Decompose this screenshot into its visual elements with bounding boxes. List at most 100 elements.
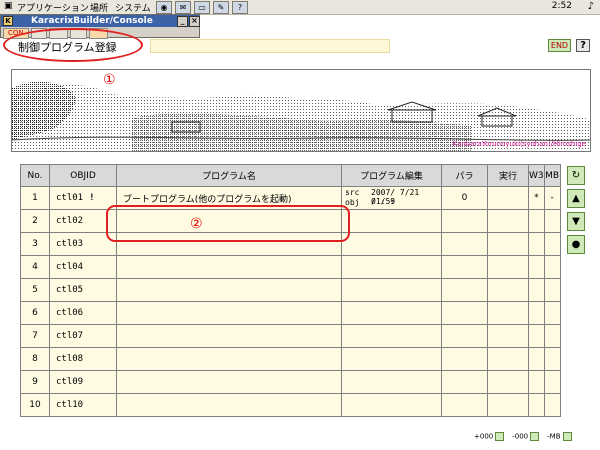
end-button[interactable]: END	[548, 39, 571, 52]
console-title: KaracrixBuilder/Console	[31, 16, 153, 26]
para-cell[interactable]	[441, 370, 488, 394]
program-edit-cell[interactable]: src 2007/ 7/21 01:59 obj / / :	[341, 186, 442, 210]
table-row[interactable]: 6 ctl06	[20, 301, 561, 325]
program-edit-cell[interactable]	[341, 301, 442, 325]
exec-cell[interactable]	[487, 324, 529, 348]
w3-cell[interactable]	[528, 301, 545, 325]
refresh-button[interactable]: ↻	[567, 166, 585, 185]
program-edit-cell[interactable]	[341, 324, 442, 348]
table-row[interactable]: 4 ctl04	[20, 255, 561, 279]
para-cell[interactable]	[441, 209, 488, 233]
w3-cell[interactable]: *	[528, 186, 545, 210]
program-edit-cell[interactable]	[341, 393, 442, 417]
program-edit-cell[interactable]	[341, 278, 442, 302]
para-cell[interactable]: 0	[441, 186, 488, 210]
mb-cell[interactable]	[543, 347, 561, 371]
menu-system[interactable]: システム	[115, 1, 151, 14]
mb-cell[interactable]	[543, 255, 561, 279]
menu-places[interactable]: 場所	[90, 1, 108, 14]
para-cell[interactable]	[441, 347, 488, 371]
program-name-cell[interactable]	[116, 324, 342, 348]
table-row[interactable]: 10 ctl10	[20, 393, 561, 417]
mb-cell[interactable]	[543, 232, 561, 256]
footer-item-minus[interactable]: -000	[512, 432, 540, 441]
para-cell[interactable]	[441, 301, 488, 325]
exec-cell[interactable]	[487, 186, 529, 210]
exec-cell[interactable]	[487, 232, 529, 256]
browser-icon[interactable]: ◉	[156, 1, 172, 14]
program-name-cell[interactable]	[116, 301, 342, 325]
row-number: 7	[20, 324, 50, 348]
w3-cell[interactable]	[528, 232, 545, 256]
program-name-cell[interactable]	[116, 278, 342, 302]
footer-plus-toggle[interactable]	[495, 432, 505, 441]
exec-cell[interactable]	[487, 301, 529, 325]
exec-cell[interactable]	[487, 347, 529, 371]
footer-minus-toggle[interactable]	[530, 432, 540, 441]
program-name-cell[interactable]	[116, 393, 342, 417]
objid-cell[interactable]: ctl07	[49, 324, 117, 348]
terminal-icon[interactable]: ▭	[194, 1, 210, 14]
exec-cell[interactable]	[487, 278, 529, 302]
editor-icon[interactable]: ✎	[213, 1, 229, 14]
menu-applications-icon[interactable]: ▣	[4, 1, 13, 11]
scroll-down-button[interactable]: ▼	[567, 212, 585, 231]
objid-cell[interactable]: ctl10	[49, 393, 117, 417]
close-button[interactable]: ×	[189, 16, 200, 27]
w3-cell[interactable]	[528, 370, 545, 394]
exec-cell[interactable]	[487, 255, 529, 279]
table-row[interactable]: 7 ctl07	[20, 324, 561, 348]
table-row[interactable]: 9 ctl09	[20, 370, 561, 394]
mb-cell[interactable]	[543, 370, 561, 394]
program-edit-cell[interactable]	[341, 347, 442, 371]
footer-item-plus[interactable]: +000	[474, 432, 505, 441]
exec-cell[interactable]	[487, 370, 529, 394]
help-button[interactable]: ?	[576, 39, 590, 52]
mb-cell[interactable]	[543, 324, 561, 348]
console-titlebar[interactable]: K KaracrixBuilder/Console _ ×	[1, 15, 200, 27]
mb-cell[interactable]	[543, 301, 561, 325]
program-edit-cell[interactable]	[341, 370, 442, 394]
record-button[interactable]: ●	[567, 235, 585, 254]
exec-cell[interactable]	[487, 209, 529, 233]
footer-mb-toggle[interactable]	[562, 432, 572, 441]
mb-cell[interactable]: -	[543, 186, 561, 210]
help-icon[interactable]: ?	[232, 1, 248, 14]
scroll-up-button[interactable]: ▲	[567, 189, 585, 208]
exec-cell[interactable]	[487, 393, 529, 417]
w3-cell[interactable]	[528, 324, 545, 348]
para-cell[interactable]	[441, 393, 488, 417]
mail-icon[interactable]: ✉	[175, 1, 191, 14]
notification-icon[interactable]: ♪	[588, 1, 594, 12]
w3-cell[interactable]	[528, 393, 545, 417]
program-edit-cell[interactable]	[341, 255, 442, 279]
para-cell[interactable]	[441, 255, 488, 279]
footer-item-mb[interactable]: -MB	[547, 432, 572, 441]
para-cell[interactable]	[441, 324, 488, 348]
objid-cell[interactable]: ctl09	[49, 370, 117, 394]
mb-cell[interactable]	[543, 278, 561, 302]
clock[interactable]: 2:52	[552, 1, 572, 11]
para-cell[interactable]	[441, 232, 488, 256]
w3-cell[interactable]	[528, 278, 545, 302]
objid-cell[interactable]: ctl06	[49, 301, 117, 325]
table-row[interactable]: 8 ctl08	[20, 347, 561, 371]
w3-cell[interactable]	[528, 209, 545, 233]
w3-cell[interactable]	[528, 347, 545, 371]
program-name-cell[interactable]	[116, 347, 342, 371]
program-edit-cell[interactable]	[341, 232, 442, 256]
objid-cell[interactable]: ctl04	[49, 255, 117, 279]
minimize-button[interactable]: _	[177, 16, 188, 27]
mb-cell[interactable]	[543, 393, 561, 417]
program-name-cell[interactable]	[116, 255, 342, 279]
program-name-cell[interactable]	[116, 370, 342, 394]
objid-cell[interactable]: ctl08	[49, 347, 117, 371]
objid-cell[interactable]: ctl05	[49, 278, 117, 302]
w3-cell[interactable]	[528, 255, 545, 279]
objid-cell[interactable]: ctl01!	[49, 186, 117, 210]
table-row[interactable]: 5 ctl05	[20, 278, 561, 302]
program-edit-cell[interactable]	[341, 209, 442, 233]
menu-applications[interactable]: アプリケーション	[17, 1, 89, 14]
para-cell[interactable]	[441, 278, 488, 302]
mb-cell[interactable]	[543, 209, 561, 233]
